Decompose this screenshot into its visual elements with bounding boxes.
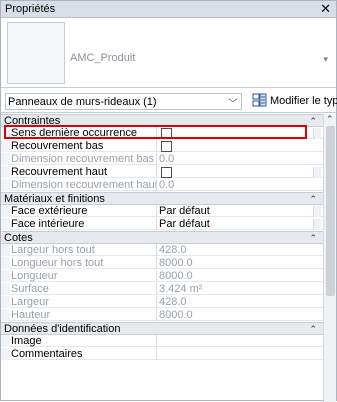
instance-selector-bar: Panneaux de murs-rideaux (1) ﹀ Modifier … (1, 89, 337, 113)
row-gutter (1, 205, 10, 217)
property-row-largeur[interactable]: Largeur 428.0 (1, 296, 323, 308)
property-row-largeur-hors-tout[interactable]: Largeur hors tout 428.0 (1, 244, 323, 256)
property-row-longueur-hors-tout[interactable]: Longueur hors tout 8000.0 (1, 257, 323, 269)
title-bar: Propriétés ✕ (1, 1, 336, 18)
property-name: Longueur (11, 270, 157, 282)
row-gutter (1, 166, 10, 178)
modify-type-label: Modifier le type (270, 95, 337, 107)
collapse-icon[interactable]: ⌃ (309, 193, 317, 205)
row-gutter (1, 153, 10, 165)
property-row-commentaires[interactable]: Commentaires (1, 348, 323, 360)
property-name: Commentaires (11, 348, 157, 360)
property-row-hauteur[interactable]: Hauteur 8000.0 (1, 309, 323, 321)
property-row-recouvrement-haut[interactable]: Recouvrement haut (1, 166, 323, 178)
row-gutter (1, 270, 10, 282)
property-row-image[interactable]: Image (1, 335, 323, 347)
collapse-icon[interactable]: ⌃ (309, 115, 317, 127)
row-button[interactable] (313, 167, 321, 178)
property-name: Surface (11, 283, 157, 295)
property-name: Face intérieure (11, 218, 157, 230)
vertical-scrollbar[interactable]: ⌃ (323, 114, 336, 402)
panel-title: Propriétés (5, 3, 56, 15)
collapse-icon[interactable]: ⌃ (309, 323, 317, 335)
property-value: 3.424 m² (159, 283, 203, 295)
property-row-dimension-recouvrement-bas[interactable]: Dimension recouvrement bas 0.0 (1, 153, 323, 165)
checkbox[interactable] (161, 141, 172, 152)
checkbox[interactable] (161, 167, 172, 178)
group-label: Cotes (4, 232, 33, 244)
chevron-up-icon[interactable]: ⌃ (326, 114, 334, 125)
row-gutter (1, 283, 10, 295)
property-value: 428.0 (159, 296, 187, 308)
row-gutter (1, 218, 10, 230)
row-gutter (1, 257, 10, 269)
property-name: Recouvrement bas (11, 140, 157, 152)
collapse-icon[interactable]: ⌃ (309, 232, 317, 244)
properties-grid: Contraintes ⌃ Sens dernière occurrence R… (1, 114, 323, 402)
selected-row-highlight (4, 125, 307, 139)
property-row-face-exterieure[interactable]: Face extérieure Par défaut (1, 205, 323, 217)
row-gutter (1, 140, 10, 152)
property-value: 428.0 (159, 244, 187, 256)
property-value: 8000.0 (159, 270, 193, 282)
chevron-down-icon[interactable]: ﹀ (228, 95, 238, 110)
property-name: Face extérieure (11, 205, 157, 217)
property-value: 0.0 (159, 179, 175, 191)
chevron-down-icon[interactable]: ▾ (323, 54, 328, 65)
group-label: Données d'identification (4, 323, 121, 335)
properties-panel: Propriétés ✕ AMC_Produit ▾ Panneaux de m… (0, 0, 337, 402)
row-gutter (1, 348, 10, 360)
row-gutter (1, 244, 10, 256)
row-button[interactable] (313, 128, 321, 139)
row-gutter (1, 179, 10, 191)
property-row-recouvrement-bas[interactable]: Recouvrement bas (1, 140, 323, 152)
property-name: Largeur (11, 296, 157, 308)
property-value: Par défaut (159, 205, 210, 217)
edit-type-icon (252, 93, 267, 107)
group-label: Matériaux et finitions (4, 193, 105, 205)
row-button[interactable] (313, 219, 321, 230)
property-value: 0.0 (159, 153, 175, 165)
property-name: Longueur hors tout (11, 257, 157, 269)
row-gutter (1, 335, 10, 347)
property-row-face-interieure[interactable]: Face intérieure Par défaut (1, 218, 323, 230)
row-gutter (1, 309, 10, 321)
property-name: Image (11, 335, 157, 347)
property-row-dimension-recouvrement-haut[interactable]: Dimension recouvrement haut 0.0 (1, 179, 323, 191)
group-cotes[interactable]: Cotes ⌃ (1, 231, 323, 244)
type-preview[interactable]: AMC_Produit ▾ (1, 18, 336, 88)
group-donnees-identification[interactable]: Données d'identification ⌃ (1, 322, 323, 335)
property-name: Dimension recouvrement bas (11, 153, 157, 165)
property-name: Dimension recouvrement haut (11, 179, 157, 191)
property-name: Largeur hors tout (11, 244, 157, 256)
instance-filter-dropdown[interactable]: Panneaux de murs-rideaux (1) ﹀ (5, 93, 242, 110)
property-row-surface[interactable]: Surface 3.424 m² (1, 283, 323, 295)
property-value: 8000.0 (159, 309, 193, 321)
property-name: Recouvrement haut (11, 166, 157, 178)
type-name: AMC_Produit (70, 52, 136, 64)
row-button[interactable] (313, 206, 321, 217)
row-gutter (1, 296, 10, 308)
property-name: Hauteur (11, 309, 157, 321)
property-row-longueur[interactable]: Longueur 8000.0 (1, 270, 323, 282)
close-icon[interactable]: ✕ (320, 1, 331, 17)
scrollbar-thumb[interactable] (326, 126, 335, 296)
instance-filter-value: Panneaux de murs-rideaux (1) (8, 96, 157, 108)
property-value: 8000.0 (159, 257, 193, 269)
type-thumbnail (7, 22, 65, 84)
group-materiaux-et-finitions[interactable]: Matériaux et finitions ⌃ (1, 192, 323, 205)
property-value: Par défaut (159, 218, 210, 230)
